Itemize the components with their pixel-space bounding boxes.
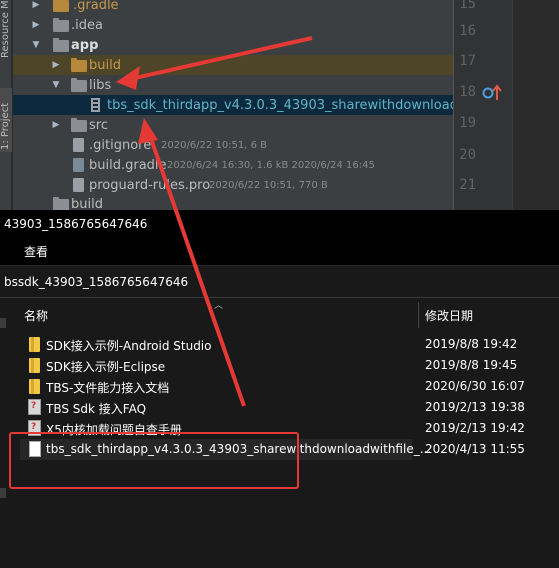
chevron-right-icon[interactable]: ▶ bbox=[51, 60, 61, 70]
navigation-pane[interactable] bbox=[0, 298, 8, 568]
tree-item-label: tbs_sdk_thirdapp_v4.3.0.3_43903_sharewit… bbox=[107, 97, 506, 113]
folder-icon bbox=[53, 197, 69, 210]
nav-marker bbox=[0, 488, 6, 498]
folder-icon bbox=[29, 379, 40, 394]
tree-item-label: .idea bbox=[71, 17, 103, 33]
file-date: 2019/8/8 19:45 bbox=[425, 358, 518, 372]
line-number: 17 bbox=[459, 53, 476, 69]
tree-item-label: app bbox=[71, 37, 99, 53]
file-row[interactable]: SDK接入示例-Android Studio 2019/8/8 19:42 bbox=[20, 334, 517, 355]
column-divider[interactable] bbox=[418, 302, 419, 328]
chm-help-icon bbox=[28, 399, 41, 415]
tree-item-build-gradle[interactable]: build.gradle 2020/6/24 16:30, 1.6 kB 202… bbox=[13, 155, 453, 175]
tree-item-src[interactable]: ▶ src bbox=[13, 115, 453, 135]
annotation-highlight-box bbox=[9, 432, 299, 489]
ide-side-strip: Resource M 1: Project bbox=[0, 0, 12, 210]
folder-icon bbox=[53, 18, 69, 32]
gradle-icon bbox=[73, 158, 84, 172]
file-date: 2020/4/13 11:55 bbox=[425, 442, 525, 456]
tree-item-label: build bbox=[71, 196, 103, 211]
explorer-ribbon: 查看 bbox=[0, 238, 559, 266]
file-row[interactable]: TBS Sdk 接入FAQ 2019/2/13 19:38 bbox=[20, 397, 525, 418]
line-number: 19 bbox=[459, 115, 476, 131]
project-tree: ▶ .gradle ▶ .idea ▼ app ▶ build ▼ libs t… bbox=[13, 0, 505, 210]
tab-project[interactable]: 1: Project bbox=[0, 88, 12, 152]
tree-item-build-root[interactable]: build bbox=[13, 194, 453, 210]
tree-item-app[interactable]: ▼ app bbox=[13, 35, 453, 55]
file-name: SDK接入示例-Android Studio bbox=[46, 339, 212, 353]
nav-marker bbox=[0, 318, 6, 328]
chevron-right-icon[interactable]: ▶ bbox=[31, 0, 41, 10]
tree-item-label: proguard-rules.pro bbox=[89, 177, 211, 193]
jar-icon bbox=[91, 98, 100, 112]
file-row[interactable]: SDK接入示例-Eclipse 2019/8/8 19:45 bbox=[20, 355, 517, 376]
file-name: TBS Sdk 接入FAQ bbox=[46, 402, 147, 416]
tree-item-label: .gradle bbox=[73, 0, 119, 13]
address-path: bssdk_43903_1586765647646 bbox=[4, 275, 189, 289]
folder-icon bbox=[29, 358, 40, 373]
ide-window: Resource M 1: Project ▶ .gradle ▶ .idea … bbox=[0, 0, 559, 210]
explorer-title-bar: 43903_1586765647646 bbox=[0, 210, 559, 238]
column-header: ︿ 名称 修改日期 bbox=[8, 298, 559, 330]
line-number: 15 bbox=[459, 0, 476, 12]
tree-item-idea[interactable]: ▶ .idea bbox=[13, 15, 453, 35]
tree-item-proguard[interactable]: proguard-rules.pro 2020/6/22 10:51, 770 … bbox=[13, 175, 453, 195]
sort-caret-icon: ︿ bbox=[214, 301, 224, 311]
folder-icon bbox=[71, 58, 87, 72]
tree-item-tbs-jar[interactable]: tbs_sdk_thirdapp_v4.3.0.3_43903_sharewit… bbox=[13, 95, 505, 115]
column-name[interactable]: 名称 bbox=[24, 307, 48, 324]
folder-icon bbox=[71, 78, 87, 92]
chevron-down-icon[interactable]: ▼ bbox=[51, 80, 61, 90]
menu-view[interactable]: 查看 bbox=[24, 245, 48, 259]
module-folder-icon bbox=[53, 38, 69, 52]
file-date: 2020/6/30 16:07 bbox=[425, 379, 525, 393]
tree-item-label: build bbox=[89, 57, 121, 73]
tab-resource-manager[interactable]: Resource M bbox=[0, 0, 12, 60]
folder-icon bbox=[71, 118, 87, 132]
override-marker-icon[interactable] bbox=[482, 84, 504, 102]
file-row[interactable]: TBS-文件能力接入文档 2020/6/30 16:07 bbox=[20, 376, 525, 397]
address-bar[interactable]: bssdk_43903_1586765647646 bbox=[0, 266, 559, 298]
folder-icon bbox=[29, 337, 40, 352]
file-meta: 2020/6/22 10:51, 770 B bbox=[209, 180, 328, 191]
line-number: 16 bbox=[459, 23, 476, 39]
line-number: 21 bbox=[459, 177, 476, 193]
chevron-right-icon[interactable]: ▶ bbox=[51, 120, 61, 130]
tree-item-label: src bbox=[89, 117, 108, 133]
file-date: 2019/8/8 19:42 bbox=[425, 337, 518, 351]
file-date: 2019/2/13 19:42 bbox=[425, 421, 525, 435]
folder-icon bbox=[53, 0, 69, 12]
file-name: SDK接入示例-Eclipse bbox=[46, 360, 166, 374]
tree-item-gitignore[interactable]: .gitignore 2020/6/22 10:51, 6 B bbox=[13, 135, 453, 155]
tree-item-label: .gitignore bbox=[89, 137, 152, 153]
tree-item-label: libs bbox=[89, 77, 112, 93]
file-name: TBS-文件能力接入文档 bbox=[46, 381, 170, 395]
line-number: 18 bbox=[459, 84, 476, 100]
tree-item-libs[interactable]: ▼ libs bbox=[13, 75, 453, 95]
code-editor[interactable] bbox=[512, 0, 559, 210]
tree-item-build[interactable]: ▶ build bbox=[13, 55, 453, 75]
file-date: 2019/2/13 19:38 bbox=[425, 400, 525, 414]
tree-item-gradle[interactable]: ▶ .gradle bbox=[13, 0, 453, 15]
file-meta: 2020/6/22 10:51, 6 B bbox=[161, 140, 268, 151]
file-icon bbox=[73, 138, 84, 152]
chevron-right-icon[interactable]: ▶ bbox=[31, 20, 41, 30]
line-number-gutter: 15 16 17 18 19 20 21 bbox=[453, 0, 526, 210]
tree-item-label: build.gradle bbox=[89, 157, 167, 173]
tab-resource-label: Resource M bbox=[0, 0, 11, 58]
chevron-down-icon[interactable]: ▼ bbox=[31, 40, 41, 50]
window-title: 43903_1586765647646 bbox=[4, 217, 148, 231]
tab-project-label: 1: Project bbox=[0, 102, 11, 150]
line-number: 20 bbox=[459, 147, 476, 163]
file-meta: 2020/6/24 16:30, 1.6 kB 2020/6/24 16:45 bbox=[167, 160, 375, 171]
column-date-modified[interactable]: 修改日期 bbox=[425, 307, 473, 324]
file-icon bbox=[73, 178, 84, 192]
